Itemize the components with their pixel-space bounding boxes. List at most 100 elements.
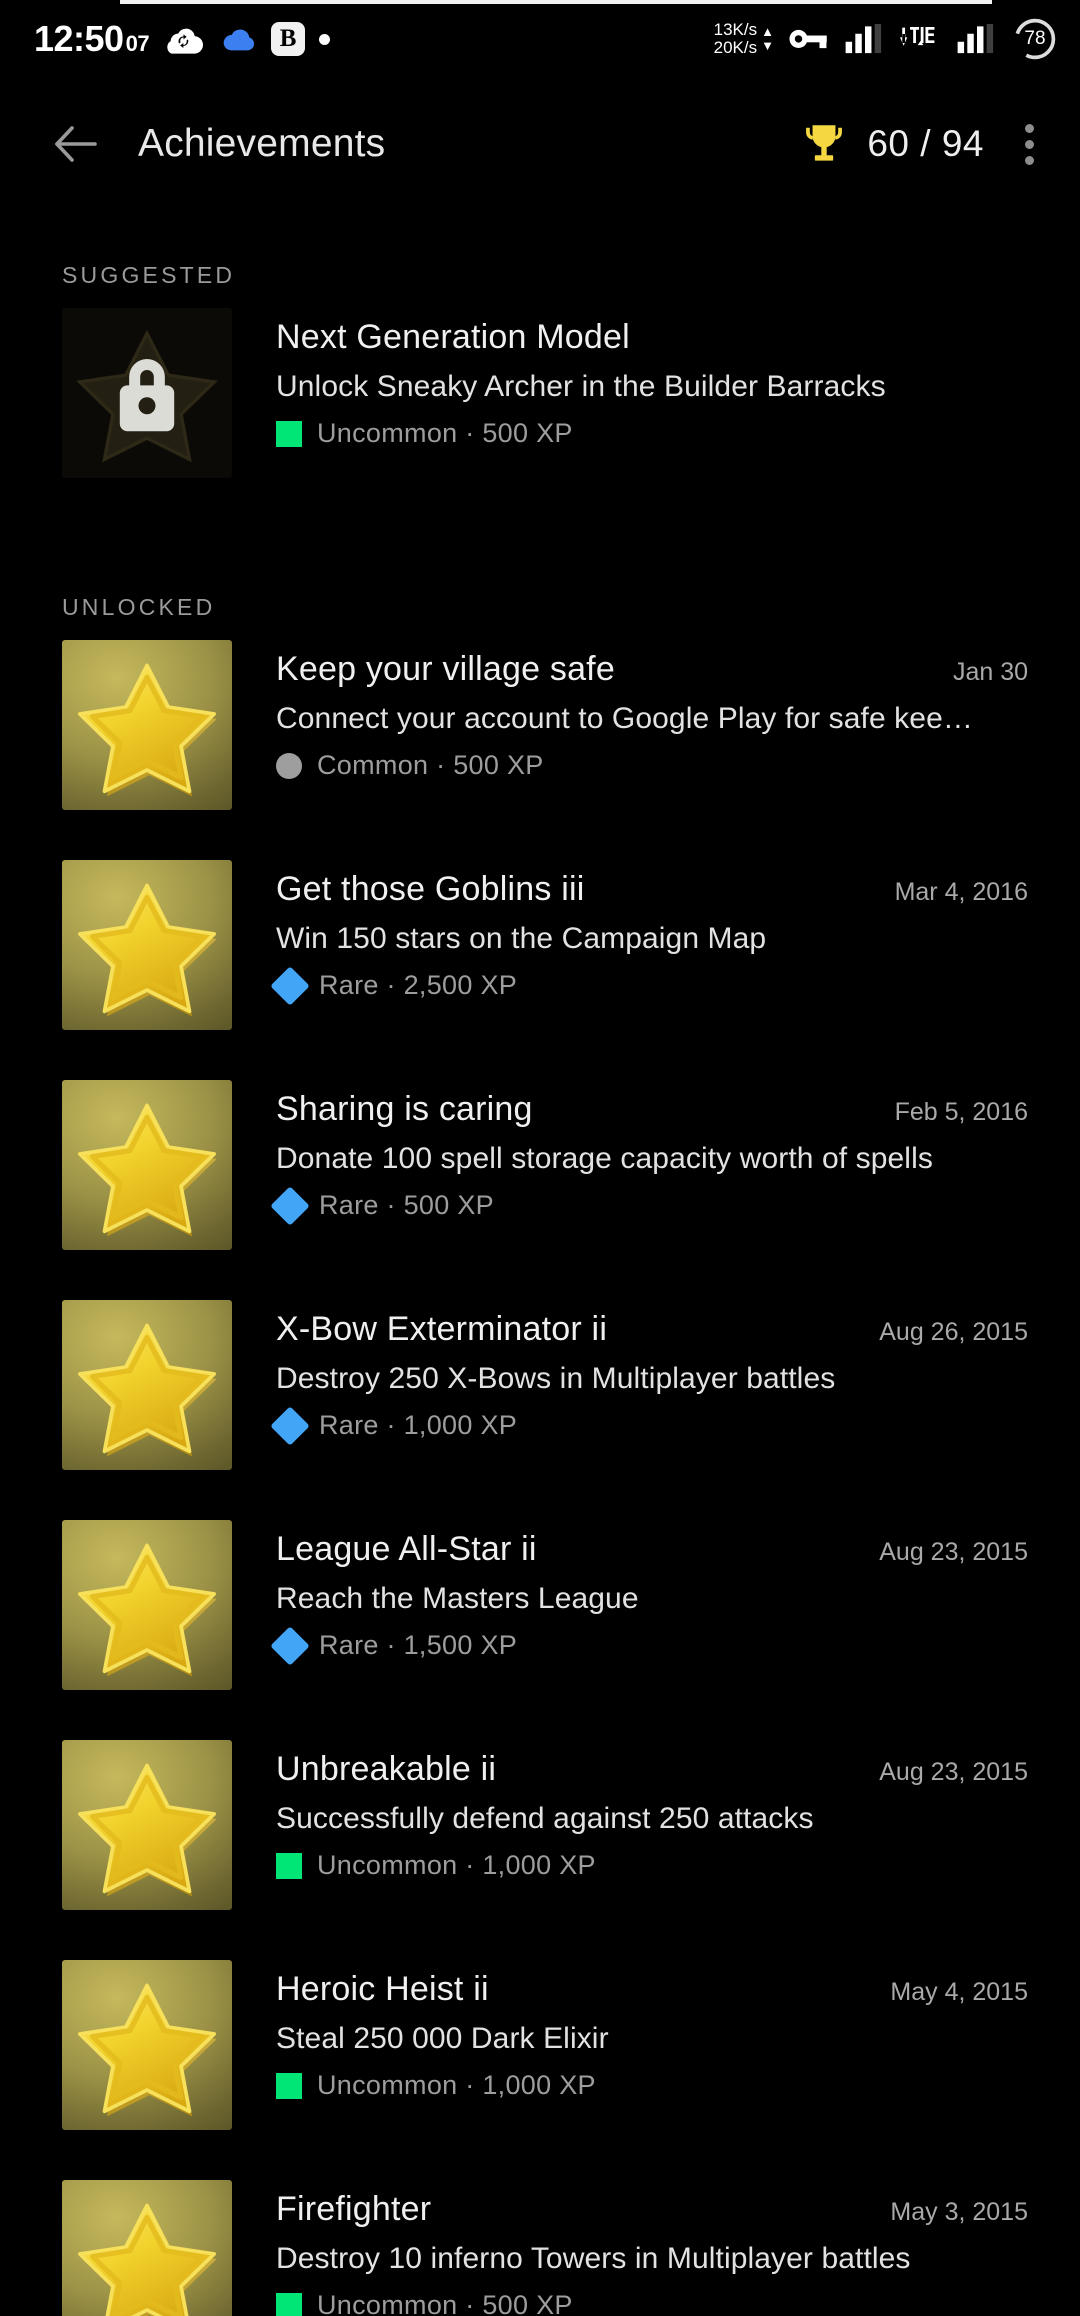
achievement-title: Get those Goblins iii (276, 870, 585, 908)
row-spacer (0, 1250, 1080, 1300)
achievement-details: Get those Goblins iii Mar 4, 2016 Win 15… (232, 860, 1028, 1030)
achievement-rarity-xp: Uncommon · 1,000 XP (317, 1850, 596, 1880)
key-icon (788, 23, 830, 55)
achievement-thumbnail (62, 860, 232, 1030)
achievement-row[interactable]: Sharing is caring Feb 5, 2016 Donate 100… (0, 1080, 1080, 1250)
achievement-date: Mar 4, 2016 (894, 878, 1028, 906)
achievement-row[interactable]: X-Bow Exterminator ii Aug 26, 2015 Destr… (0, 1300, 1080, 1470)
status-bar-right: 13K/s 20K/s ▲ ▼ 78 (714, 16, 1058, 62)
achievement-details: Unbreakable ii Aug 23, 2015 Successfully… (232, 1740, 1028, 1910)
achievement-row[interactable]: Keep your village safe Jan 30 Connect yo… (0, 640, 1080, 810)
achievement-thumbnail (62, 1520, 232, 1690)
rarity-square-icon (276, 420, 302, 447)
achievement-rarity-xp: Uncommon · 1,000 XP (317, 2070, 596, 2100)
rarity-diamond-icon (270, 1625, 310, 1666)
signal-bars-secondary-icon (956, 22, 998, 56)
achievement-row[interactable]: Firefighter May 3, 2015 Destroy 10 infer… (0, 2180, 1080, 2316)
row-spacer (0, 1910, 1080, 1960)
gold-star-icon (77, 1983, 217, 2117)
gold-star-icon (77, 1763, 217, 1897)
achievement-thumbnail (62, 308, 232, 478)
achievement-title-row: X-Bow Exterminator ii Aug 26, 2015 (276, 1310, 1028, 1349)
download-arrow-icon: ▼ (761, 38, 774, 53)
trophy-icon (799, 119, 849, 169)
rarity-square-icon (276, 2072, 302, 2099)
achievement-details: Firefighter May 3, 2015 Destroy 10 infer… (232, 2180, 1028, 2316)
achievement-rarity-xp: Uncommon · 500 XP (317, 2290, 573, 2316)
status-bar: 12:50 07 B 13K/s 20K/s ▲ ▼ 78 (0, 0, 1080, 78)
section-header-unlocked: UNLOCKED (62, 594, 216, 620)
achievement-title: Sharing is caring (276, 1090, 533, 1128)
gold-star-icon (77, 1323, 217, 1457)
achievement-details: X-Bow Exterminator ii Aug 26, 2015 Destr… (232, 1300, 1028, 1470)
network-speed-indicator: 13K/s 20K/s ▲ ▼ (713, 19, 774, 58)
achievement-title: X-Bow Exterminator ii (276, 1310, 608, 1348)
achievement-date: Feb 5, 2016 (894, 1098, 1028, 1126)
achievement-title: Keep your village safe (276, 650, 615, 688)
clock-time: 12:50 (34, 18, 124, 59)
achievement-description: Destroy 250 X-Bows in Multiplayer battle… (276, 1362, 836, 1395)
achievement-row[interactable]: Heroic Heist ii May 4, 2015 Steal 250 00… (0, 1960, 1080, 2130)
achievements-screen: 12:50 07 B 13K/s 20K/s ▲ ▼ 78 Achievemen… (0, 0, 1080, 2316)
achievement-date: Aug 23, 2015 (879, 1538, 1028, 1566)
achievement-title-row: Heroic Heist ii May 4, 2015 (276, 1970, 1028, 2009)
row-spacer (0, 2130, 1080, 2180)
achievement-date: May 4, 2015 (890, 1978, 1028, 2006)
achievement-rarity-xp: Common · 500 XP (317, 750, 544, 780)
achievement-details: League All-Star ii Aug 23, 2015 Reach th… (232, 1520, 1028, 1690)
network-upload-speed: 13K/s (713, 19, 758, 39)
achievement-description: Win 150 stars on the Campaign Map (276, 922, 767, 955)
score-label: 60 / 94 (867, 123, 984, 164)
achievement-rarity-xp: Uncommon · 500 XP (317, 418, 573, 448)
achievement-thumbnail (62, 1740, 232, 1910)
row-spacer (0, 1470, 1080, 1520)
achievement-title-row: League All-Star ii Aug 23, 2015 (276, 1530, 1028, 1569)
row-spacer (0, 1030, 1080, 1080)
achievement-meta: Rare · 500 XP (270, 1185, 1028, 1226)
achievement-title-row: Get those Goblins iii Mar 4, 2016 (276, 870, 1028, 909)
achievement-thumbnail (62, 1300, 232, 1470)
achievement-date: Jan 30 (952, 658, 1028, 686)
status-bar-left: 12:50 07 B (34, 18, 331, 60)
row-spacer (0, 478, 1080, 532)
achievement-details: Sharing is caring Feb 5, 2016 Donate 100… (232, 1080, 1028, 1250)
achievement-description: Destroy 10 inferno Towers in Multiplayer… (276, 2242, 911, 2275)
gold-star-icon (77, 1543, 217, 1677)
status-clock: 12:50 07 (34, 18, 150, 60)
achievement-meta: Uncommon · 500 XP (276, 418, 1028, 449)
rarity-diamond-icon (270, 1405, 310, 1446)
achievement-title-row: Firefighter May 3, 2015 (276, 2190, 1028, 2229)
achievement-title-row: Keep your village safe Jan 30 (276, 650, 1028, 689)
achievement-title-row: Sharing is caring Feb 5, 2016 (276, 1090, 1028, 1129)
achievement-description: Donate 100 spell storage capacity worth … (276, 1142, 933, 1175)
achievements-list[interactable]: SUGGESTED Next Generation Model Unlock S… (0, 200, 1080, 2316)
back-arrow-icon (55, 126, 97, 162)
rarity-diamond-icon (270, 965, 310, 1006)
achievement-title: Heroic Heist ii (276, 1970, 489, 2008)
achievement-row[interactable]: Unbreakable ii Aug 23, 2015 Successfully… (0, 1740, 1080, 1910)
network-download-speed: 20K/s (713, 38, 758, 57)
achievement-title: League All-Star ii (276, 1530, 537, 1568)
achievement-details: Next Generation Model Unlock Sneaky Arch… (232, 308, 1028, 478)
section-header-suggested: SUGGESTED (62, 262, 236, 288)
achievement-title: Firefighter (276, 2190, 432, 2228)
battery-icon: 78 (1012, 16, 1058, 62)
rarity-square-icon (276, 1852, 302, 1879)
achievement-date: Aug 23, 2015 (879, 1758, 1028, 1786)
achievement-thumbnail (62, 1960, 232, 2130)
upload-arrow-icon: ▲ (761, 23, 774, 39)
back-button[interactable] (40, 108, 112, 180)
dot-icon (319, 33, 331, 45)
achievement-thumbnail (62, 640, 232, 810)
row-spacer (0, 810, 1080, 860)
page-title: Achievements (138, 122, 386, 165)
achievement-row[interactable]: League All-Star ii Aug 23, 2015 Reach th… (0, 1520, 1080, 1690)
bold-b-icon: B (271, 22, 306, 56)
achievement-row[interactable]: Get those Goblins iii Mar 4, 2016 Win 15… (0, 860, 1080, 1030)
achievement-description: Steal 250 000 Dark Elixir (276, 2022, 609, 2055)
achievement-title-row: Next Generation Model (276, 318, 1028, 357)
achievement-thumbnail (62, 2180, 232, 2316)
cloud-icon (217, 23, 257, 55)
achievement-row[interactable]: Next Generation Model Unlock Sneaky Arch… (0, 308, 1080, 478)
overflow-menu-button[interactable] (996, 108, 1062, 180)
